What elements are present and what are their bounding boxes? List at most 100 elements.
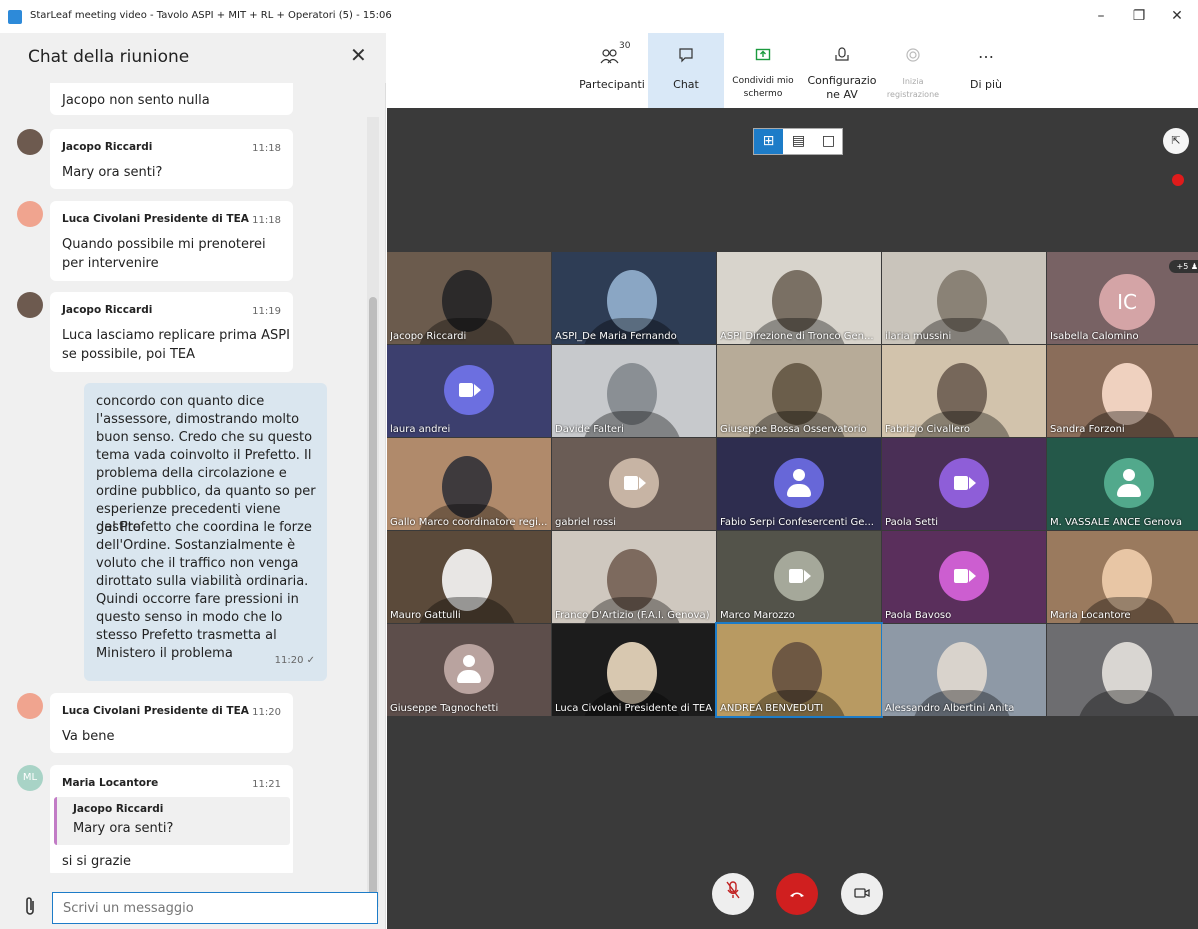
- quote-text: Mary ora senti?: [73, 821, 174, 836]
- message-author: Maria Locantore: [62, 777, 159, 789]
- av-label-line1: Configurazio: [807, 74, 877, 87]
- share-screen-button[interactable]: Condividi mio schermo: [724, 33, 802, 108]
- message-time: 11:18: [252, 215, 281, 226]
- camera-off-icon: [939, 551, 989, 601]
- av-settings-button[interactable]: Configurazio ne AV: [802, 33, 882, 108]
- participant-tile[interactable]: ASPI Direzione di Tronco Gen...: [717, 252, 881, 344]
- own-message-line: dal Prefetto che coordina le forze: [96, 520, 312, 535]
- message-text-line: Quando possibile mi prenoterei: [62, 237, 266, 252]
- window-title: StarLeaf meeting video - Tavolo ASPI + M…: [30, 10, 392, 21]
- record-label-line1: Inizia: [902, 77, 924, 86]
- participant-tile[interactable]: Paola Bavoso: [882, 531, 1046, 623]
- participant-tile[interactable]: Fabrizio Civallero: [882, 345, 1046, 437]
- fullscreen-icon[interactable]: ⇱: [1163, 128, 1189, 154]
- participant-tile[interactable]: Luca Civolani Presidente di TEA: [552, 624, 716, 716]
- participant-tile[interactable]: Davide Falteri: [552, 345, 716, 437]
- chat-message: Luca Civolani Presidente di TEA 11:20 Va…: [50, 693, 293, 753]
- message-author: Jacopo Riccardi: [62, 141, 153, 153]
- scrollbar-thumb[interactable]: [369, 297, 377, 902]
- participant-name: gabriel rossi: [555, 517, 617, 528]
- participant-tile[interactable]: Maria Locantore: [1047, 531, 1198, 623]
- mute-microphone-button[interactable]: [712, 873, 754, 915]
- participant-tile[interactable]: gabriel rossi: [552, 438, 716, 530]
- participant-name: Fabrizio Civallero: [885, 424, 971, 435]
- participant-tile[interactable]: Fabio Serpi Confesercenti Ge...: [717, 438, 881, 530]
- participant-name: Gallo Marco coordinatore regi...: [390, 517, 548, 528]
- close-window-button[interactable]: ✕: [1162, 5, 1192, 27]
- person-placeholder-icon: [444, 644, 494, 694]
- camera-toggle-button[interactable]: [841, 873, 883, 915]
- person-placeholder-icon: [774, 458, 824, 508]
- participant-name: laura andrei: [390, 424, 451, 435]
- person-placeholder-icon: [1104, 458, 1154, 508]
- starleaf-app-icon: [8, 10, 22, 24]
- chat-button[interactable]: Chat: [648, 33, 724, 108]
- participants-label: Partecipanti: [579, 78, 645, 91]
- close-chat-icon[interactable]: ✕: [350, 43, 367, 67]
- participant-name: Marco Marozzo: [720, 610, 795, 621]
- chat-message-list[interactable]: Jacopo non sento nulla Jacopo Riccardi 1…: [0, 83, 366, 873]
- own-message-line: voluto che il traffico non venga: [96, 556, 299, 571]
- message-text-line: Luca lasciamo replicare prima ASPI: [62, 328, 290, 343]
- participant-tile[interactable]: M. VASSALE ANCE Genova: [1047, 438, 1198, 530]
- chat-scrollbar[interactable]: [367, 117, 379, 907]
- participant-tile[interactable]: Alessandro Albertini Anita: [882, 624, 1046, 716]
- more-label: Di più: [969, 78, 1003, 91]
- participant-name: Isabella Calomino: [1050, 331, 1139, 342]
- grid-layout-icon[interactable]: ⊞: [754, 129, 783, 154]
- participant-tile[interactable]: laura andrei: [387, 345, 551, 437]
- minimize-button[interactable]: –: [1086, 5, 1116, 27]
- participant-tile[interactable]: Mauro Gattulli: [387, 531, 551, 623]
- chat-message: Jacopo Riccardi 11:18 Mary ora senti?: [50, 129, 293, 189]
- participant-tile[interactable]: ANDREA BENVEDUTI: [715, 622, 883, 718]
- message-input[interactable]: [52, 892, 378, 924]
- avatar: [17, 693, 43, 719]
- more-button[interactable]: … Di più: [953, 33, 1019, 108]
- own-message-line: Quindi occorre fare pressioni in: [96, 592, 299, 607]
- more-participants-badge[interactable]: +5 ♟: [1169, 260, 1198, 273]
- speaker-layout-icon[interactable]: ▤: [784, 129, 813, 154]
- participant-name: Giuseppe Tagnochetti: [390, 703, 499, 714]
- participant-tile[interactable]: Gallo Marco coordinatore regi...: [387, 438, 551, 530]
- participant-tile[interactable]: IC +5 ♟ Isabella Calomino: [1047, 252, 1198, 344]
- chat-panel: Chat della riunione ✕ Jacopo non sento n…: [0, 33, 386, 929]
- chat-title: Chat della riunione: [28, 47, 190, 67]
- hang-up-button[interactable]: [776, 873, 818, 915]
- start-recording-button[interactable]: Inizia registrazione: [882, 33, 944, 108]
- message-text-line: se possibile, poi TEA: [62, 347, 196, 362]
- avatar-initials: ML: [17, 765, 43, 791]
- participants-button[interactable]: 30 Partecipanti: [577, 33, 647, 108]
- quoted-message: Jacopo Riccardi Mary ora senti?: [54, 797, 290, 845]
- message-author: Luca Civolani Presidente di TEA: [62, 705, 249, 717]
- participant-tile[interactable]: Giuseppe Tagnochetti: [387, 624, 551, 716]
- participant-tile[interactable]: Marco Marozzo: [717, 531, 881, 623]
- participants-count: 30: [619, 41, 631, 51]
- participant-tile[interactable]: Jacopo Riccardi: [387, 252, 551, 344]
- participant-name: Paola Setti: [885, 517, 939, 528]
- participant-tile[interactable]: [1047, 624, 1198, 716]
- participant-name: Davide Falteri: [555, 424, 624, 435]
- participant-tile[interactable]: ilaria mussini: [882, 252, 1046, 344]
- chat-message: Jacopo non sento nulla: [50, 83, 293, 115]
- message-text: Va bene: [62, 729, 115, 744]
- message-text-line: per intervenire: [62, 256, 159, 271]
- participant-tile[interactable]: Franco D'Artizio (F.A.I. Genova): [552, 531, 716, 623]
- participant-name: Luca Civolani Presidente di TEA: [555, 703, 713, 714]
- participant-tile[interactable]: Giuseppe Bossa Osservatorio: [717, 345, 881, 437]
- chat-message: Maria Locantore 11:21 Jacopo Riccardi Ma…: [50, 765, 293, 873]
- share-screen-icon: [724, 47, 802, 67]
- share-label-line2: schermo: [743, 89, 783, 99]
- own-message-line: ordine pubblico, da quanto so per: [96, 484, 316, 499]
- camera-off-icon: [939, 458, 989, 508]
- participant-name: ANDREA BENVEDUTI: [720, 703, 824, 714]
- participants-icon: 30: [577, 41, 647, 69]
- own-message-line: questo senso in modo che lo: [96, 610, 283, 625]
- paperclip-icon[interactable]: [24, 896, 36, 921]
- restore-button[interactable]: ❐: [1124, 5, 1154, 27]
- message-text: si si grazie: [62, 854, 132, 869]
- participant-tile[interactable]: Paola Setti: [882, 438, 1046, 530]
- participant-tile[interactable]: ASPI_De Maria Fernando: [552, 252, 716, 344]
- message-text: Jacopo non sento nulla: [62, 93, 210, 108]
- participant-tile[interactable]: Sandra Forzoni: [1047, 345, 1198, 437]
- single-layout-icon[interactable]: □: [814, 129, 843, 154]
